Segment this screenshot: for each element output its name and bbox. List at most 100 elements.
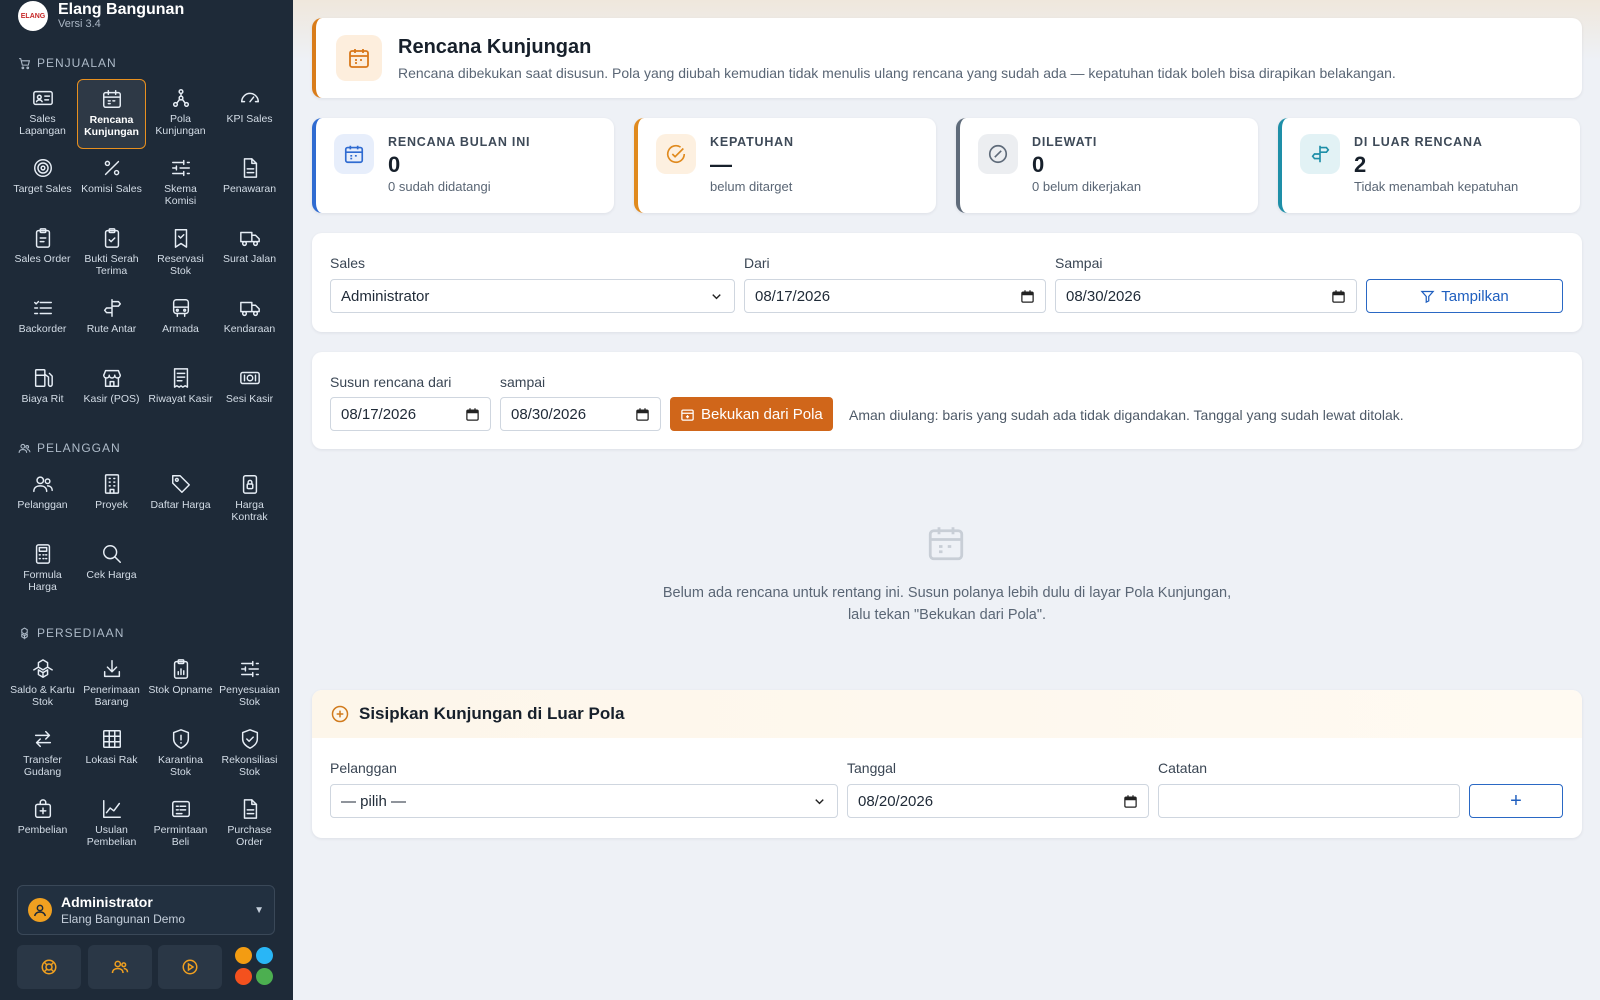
page-header: Rencana Kunjungan Rencana dibekukan saat… [312,18,1582,98]
sidebar-item-label: Rekonsiliasi Stok [221,754,278,778]
sidebar-item-skema-komisi[interactable]: Skema Komisi [146,149,215,219]
sidebar-item-bukti-serah-terima[interactable]: Bukti Serah Terima [77,219,146,289]
sidebar-item-daftar-harga[interactable]: Daftar Harga [146,465,215,535]
sidebar-item-label: Bukti Serah Terima [84,253,139,277]
sidebar-item-rekonsiliasi-stok[interactable]: Rekonsiliasi Stok [215,720,284,790]
sidebar-item-stok-opname[interactable]: Stok Opname [146,650,215,720]
trend-icon [101,798,123,820]
nav-grid-pelanggan: Pelanggan Proyek Daftar Harga Harga Kontrak… [8,465,286,605]
sidebar-item-kpi-sales[interactable]: KPI Sales [215,79,284,149]
sidebar-item-label: Usulan Pembelian [86,824,137,848]
id-card-icon [32,87,54,109]
document-icon [239,157,261,179]
sidebar-item-sales-lapangan[interactable]: Sales Lapangan [8,79,77,149]
sidebar-item-pembelian[interactable]: Pembelian [8,790,77,860]
sidebar-item-karantina-stok[interactable]: Karantina Stok [146,720,215,790]
sidebar-item-sales-order[interactable]: Sales Order [8,219,77,289]
sidebar-item-lokasi-rak[interactable]: Lokasi Rak [77,720,146,790]
sidebar-item-biaya-rit[interactable]: Biaya Rit [8,359,77,429]
calendar-picker-icon[interactable] [1123,794,1138,809]
sidebar-item-rute-antar[interactable]: Rute Antar [77,289,146,359]
sidebar-item-label: Penerimaan Barang [83,684,140,708]
sidebar-item-kendaraan[interactable]: Kendaraan [215,289,284,359]
compose-to-date-input[interactable]: 08/30/2026 [500,397,661,431]
to-date-input[interactable]: 08/30/2026 [1055,279,1357,313]
sidebar-item-reservasi-stok[interactable]: Reservasi Stok [146,219,215,289]
tour-button[interactable] [158,945,222,989]
sidebar-item-label: Kendaraan [223,323,276,335]
sidebar-item-label: Proyek [95,499,128,511]
clipboard-icon [32,227,54,249]
from-date-input[interactable]: 08/17/2026 [744,279,1046,313]
brand: ELANG Elang Bangunan Versi 3.4 [18,0,184,32]
sidebar-item-pelanggan[interactable]: Pelanggan [8,465,77,535]
theme-dot-green[interactable] [256,968,273,985]
store-icon [101,367,123,389]
sidebar-item-label: Rute Antar [86,323,137,335]
calendar-picker-icon[interactable] [465,407,480,422]
sidebar-item-label: Komisi Sales [81,183,142,195]
theme-dot-red[interactable] [235,968,252,985]
help-button[interactable] [17,945,81,989]
users-icon [111,960,129,974]
sidebar-item-usulan-pembelian[interactable]: Usulan Pembelian [77,790,146,860]
fuel-icon [32,367,54,389]
sidebar-item-proyek[interactable]: Proyek [77,465,146,535]
calendar-picker-icon[interactable] [1331,289,1346,304]
sidebar-item-komisi-sales[interactable]: Komisi Sales [77,149,146,219]
stat-card-rencana: RENCANA BULAN INI 0 0 sudah didatangi [312,118,614,213]
sidebar-item-label: Target Sales [13,183,72,195]
sidebar-item-transfer-gudang[interactable]: Transfer Gudang [8,720,77,790]
sales-label: Sales [330,255,366,271]
sidebar-item-riwayat-kasir[interactable]: Riwayat Kasir [146,359,215,429]
brand-logo: ELANG [18,1,48,31]
filter-panel: Sales Administrator Dari 08/17/2026 Samp… [312,233,1582,332]
visit-date-input[interactable]: 08/20/2026 [847,784,1149,818]
add-visit-button[interactable]: + [1469,784,1563,818]
note-input[interactable] [1158,784,1460,818]
sidebar-item-purchase-order[interactable]: Purchase Order [215,790,284,860]
stat-card-luar-rencana: DI LUAR RENCANA 2 Tidak menambah kepatuh… [1278,118,1580,213]
sidebar-item-sesi-kasir[interactable]: Sesi Kasir [215,359,284,429]
stat-label: DI LUAR RENCANA [1354,135,1483,149]
user-menu[interactable]: Administrator Elang Bangunan Demo ▼ [17,885,275,935]
sidebar-item-label: Pelanggan [17,499,68,511]
sidebar-item-formula-harga[interactable]: Formula Harga [8,535,77,605]
customer-select[interactable]: — pilih — [330,784,838,818]
compose-from-date-input[interactable]: 08/17/2026 [330,397,491,431]
sidebar-item-cek-harga[interactable]: Cek Harga [77,535,146,605]
chevron-down-icon [712,293,721,299]
sales-select[interactable]: Administrator [330,279,735,313]
grid-icon [101,728,123,750]
calendar-picker-icon[interactable] [1020,289,1035,304]
sidebar-item-armada[interactable]: Armada [146,289,215,359]
user-org: Elang Bangunan Demo [61,912,186,926]
bus-icon [170,297,192,319]
sidebar-item-permintaan-beli[interactable]: Permintaan Beli [146,790,215,860]
sidebar-item-penawaran[interactable]: Penawaran [215,149,284,219]
sidebar-item-kasir-pos[interactable]: Kasir (POS) [77,359,146,429]
sidebar-item-surat-jalan[interactable]: Surat Jalan [215,219,284,289]
calendar-icon [101,88,123,110]
sidebar-item-pola-kunjungan[interactable]: Pola Kunjungan [146,79,215,149]
sidebar-item-harga-kontrak[interactable]: Harga Kontrak [215,465,284,535]
sidebar-item-penerimaan-barang[interactable]: Penerimaan Barang [77,650,146,720]
sidebar-item-label: Permintaan Beli [153,824,208,848]
theme-dot-blue[interactable] [256,947,273,964]
show-button[interactable]: Tampilkan [1366,279,1563,313]
sidebar-item-label: Armada [162,323,199,335]
team-button[interactable] [88,945,152,989]
theme-dot-orange[interactable] [235,947,252,964]
note-label: Catatan [1158,760,1208,776]
sidebar-item-saldo-kartu-stok[interactable]: Saldo & Kartu Stok [8,650,77,720]
sidebar-item-backorder[interactable]: Backorder [8,289,77,359]
theme-switcher[interactable] [235,947,275,987]
sidebar-item-rencana-kunjungan[interactable]: Rencana Kunjungan [77,79,146,149]
lock-icon [239,473,261,495]
stat-note: belum ditarget [710,179,793,194]
calendar-picker-icon[interactable] [635,407,650,422]
sidebar-item-target-sales[interactable]: Target Sales [8,149,77,219]
freeze-from-pattern-button[interactable]: Bekukan dari Pola [670,397,833,431]
sidebar-item-penyesuaian-stok[interactable]: Penyesuaian Stok [215,650,284,720]
section-title-pelanggan: PELANGGAN [18,441,121,455]
